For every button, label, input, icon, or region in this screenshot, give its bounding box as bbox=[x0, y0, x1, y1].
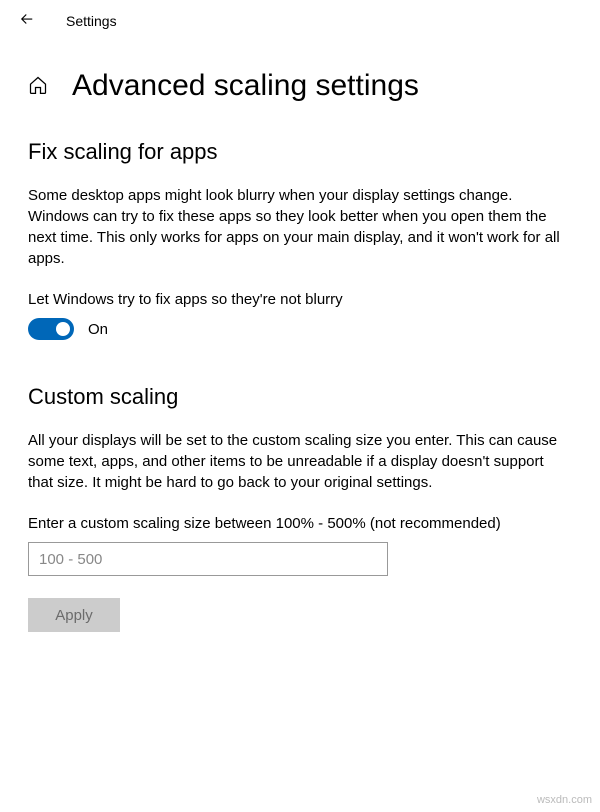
section-fix-scaling-title: Fix scaling for apps bbox=[28, 139, 572, 165]
custom-scaling-input[interactable] bbox=[28, 542, 388, 576]
section-custom-scaling-title: Custom scaling bbox=[28, 384, 572, 410]
apply-button[interactable]: Apply bbox=[28, 598, 120, 632]
app-title: Settings bbox=[66, 13, 117, 29]
toggle-knob bbox=[56, 322, 70, 336]
fix-blurry-toggle[interactable] bbox=[28, 318, 74, 340]
toggle-state-text: On bbox=[88, 321, 108, 338]
custom-scaling-description: All your displays will be set to the cus… bbox=[28, 430, 568, 493]
toggle-row: On bbox=[28, 318, 572, 340]
custom-scaling-input-label: Enter a custom scaling size between 100%… bbox=[28, 515, 572, 532]
fix-scaling-description: Some desktop apps might look blurry when… bbox=[28, 185, 568, 269]
title-row: Advanced scaling settings bbox=[28, 69, 572, 103]
toggle-label: Let Windows try to fix apps so they're n… bbox=[28, 291, 572, 308]
content-area: Advanced scaling settings Fix scaling fo… bbox=[0, 41, 600, 632]
watermark: wsxdn.com bbox=[537, 794, 592, 806]
page-title: Advanced scaling settings bbox=[72, 69, 419, 103]
header-bar: Settings bbox=[0, 0, 600, 41]
home-icon[interactable] bbox=[28, 75, 48, 98]
back-arrow-icon[interactable] bbox=[18, 10, 36, 31]
